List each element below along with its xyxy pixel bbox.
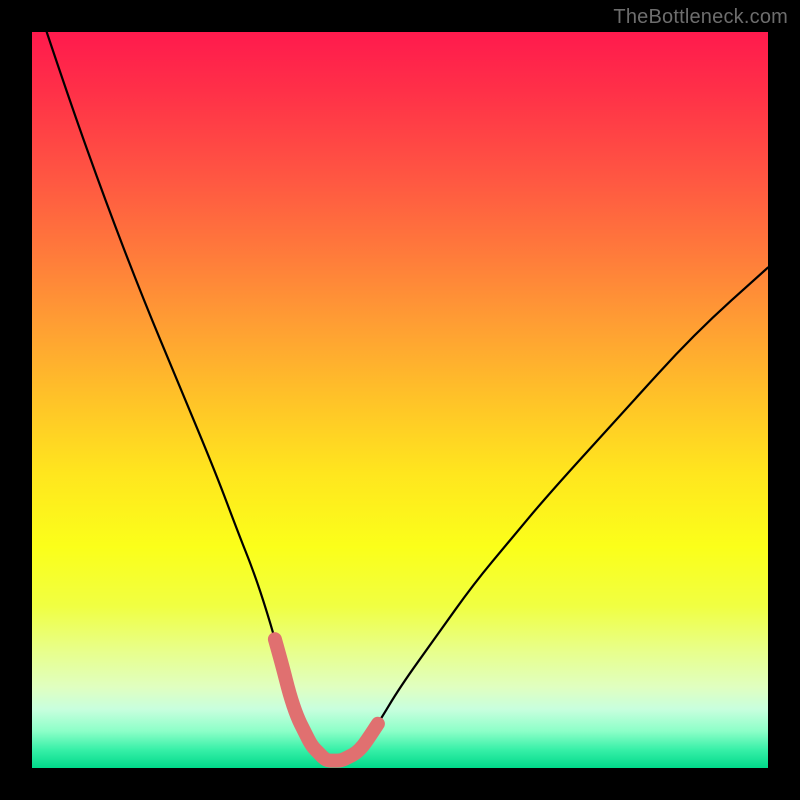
chart-frame: TheBottleneck.com (0, 0, 800, 800)
bottleneck-marker-segment (275, 639, 378, 760)
watermark-text: TheBottleneck.com (613, 6, 788, 29)
plot-area (32, 32, 768, 768)
curve-svg (32, 32, 768, 768)
bottleneck-curve-line (47, 32, 768, 761)
